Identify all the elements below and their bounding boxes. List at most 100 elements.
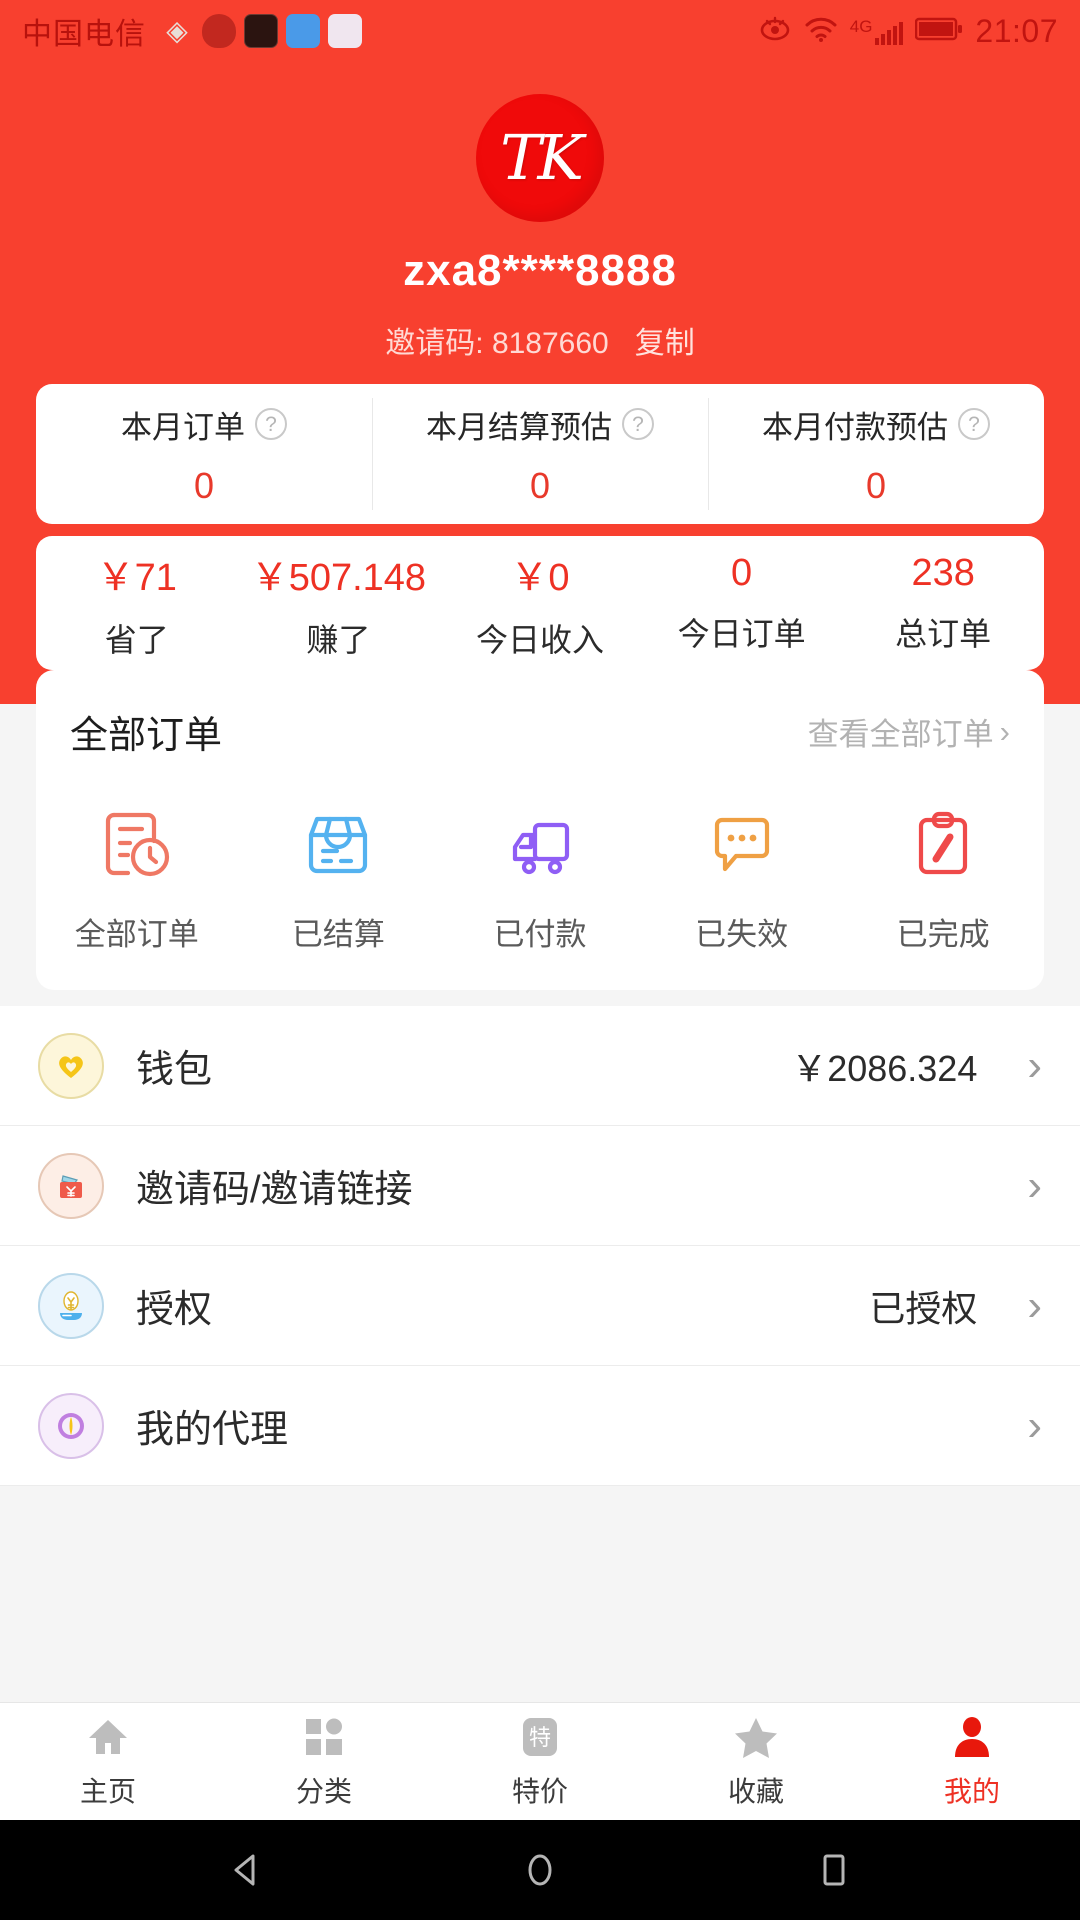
stat-saved[interactable]: ￥71 省了 <box>36 546 238 661</box>
orders-title: 全部订单 <box>70 715 223 757</box>
invite-code-row: 邀请码: 8187660 复制 <box>0 318 1080 362</box>
stat-earned[interactable]: ￥507.148 赚了 <box>238 546 440 661</box>
copy-button[interactable]: 复制 <box>635 318 695 362</box>
help-icon[interactable]: ? <box>958 408 990 440</box>
chevron-right-icon: › <box>1027 1040 1042 1090</box>
stat-value: ￥0 <box>510 556 570 599</box>
username-label: zxa8****8888 <box>403 246 677 295</box>
stat-label: 总订单 <box>895 615 992 652</box>
delivery-truck-icon <box>501 805 579 883</box>
menu-item-value: ￥2086.324 <box>791 1047 978 1089</box>
tab-home[interactable]: 主页 <box>0 1714 216 1810</box>
red-book-app-icon <box>244 14 278 48</box>
tab-special-price[interactable]: 特 特价 <box>432 1714 648 1810</box>
month-card-payment[interactable]: 本月付款预估 ? 0 <box>708 384 1044 524</box>
special-price-icon: 特 <box>517 1714 563 1760</box>
package-box-icon <box>299 805 377 883</box>
status-bar: 中国电信 ◈ 4G 21:07 <box>0 0 1080 62</box>
person-icon <box>949 1714 995 1760</box>
month-card-value: 0 <box>529 464 551 506</box>
recents-square-icon[interactable] <box>812 1848 856 1892</box>
speech-bubble-icon <box>703 805 781 883</box>
clock-label: 21:07 <box>975 12 1058 49</box>
clipboard-check-icon <box>904 805 982 883</box>
stats-card: ￥71 省了 ￥507.148 赚了 ￥0 今日收入 0 今日订单 238 总订… <box>36 536 1044 670</box>
view-all-orders-label: 查看全部订单 <box>807 717 994 752</box>
chevron-right-icon: › <box>999 713 1010 749</box>
order-status-label: 已付款 <box>493 917 587 952</box>
month-card-value: 0 <box>865 464 887 506</box>
grid-icon <box>301 1714 347 1760</box>
month-card-label: 本月结算预估 <box>426 409 612 445</box>
avatar-label: TK <box>500 121 584 194</box>
hand-yen-icon <box>38 1272 104 1339</box>
svg-text:特: 特 <box>529 1726 551 1751</box>
stat-total-orders[interactable]: 238 总订单 <box>842 552 1044 655</box>
tab-label: 分类 <box>295 1775 352 1807</box>
tab-categories[interactable]: 分类 <box>216 1714 432 1810</box>
order-status-all[interactable]: 全部订单 <box>36 805 238 954</box>
order-status-paid[interactable]: 已付款 <box>439 805 641 954</box>
stat-label: 今日订单 <box>677 615 806 652</box>
order-status-label: 已失效 <box>695 917 789 952</box>
wifi-icon <box>804 16 838 47</box>
stat-value: 0 <box>731 551 753 594</box>
home-icon <box>85 1714 131 1760</box>
profile-header: TK zxa8****8888 邀请码: 8187660 复制 本月订单 ? 0… <box>0 62 1080 704</box>
tab-label: 我的 <box>943 1775 1000 1807</box>
stat-label: 省了 <box>104 621 169 658</box>
tab-mine[interactable]: 我的 <box>864 1714 1080 1810</box>
signal-icon: 4G <box>850 18 904 45</box>
weather-app-icon <box>202 14 236 48</box>
carrier-label: 中国电信 <box>22 18 146 51</box>
stat-today-orders[interactable]: 0 今日订单 <box>641 552 843 655</box>
order-status-settled[interactable]: 已结算 <box>238 805 440 954</box>
order-status-completed[interactable]: 已完成 <box>842 805 1044 954</box>
orders-card: 全部订单 查看全部订单 › 全部订单 已结算 已付款 已失效 已完成 <box>36 670 1044 990</box>
tab-label: 收藏 <box>727 1775 784 1807</box>
month-summary-card: 本月订单 ? 0 本月结算预估 ? 0 本月付款预估 ? 0 <box>36 384 1044 524</box>
view-all-orders-link[interactable]: 查看全部订单 › <box>808 709 1010 754</box>
tab-favorites[interactable]: 收藏 <box>648 1714 864 1810</box>
menu-item-label: 我的代理 <box>136 1409 289 1451</box>
order-status-invalid[interactable]: 已失效 <box>641 805 843 954</box>
month-card-label: 本月付款预估 <box>762 409 948 445</box>
stat-today-income[interactable]: ￥0 今日收入 <box>439 546 641 661</box>
feather-app-icon: ◈ <box>160 14 194 48</box>
order-status-label: 已完成 <box>896 917 990 952</box>
menu-item-label: 授权 <box>136 1289 213 1331</box>
back-triangle-icon[interactable] <box>224 1848 268 1892</box>
help-icon[interactable]: ? <box>255 408 287 440</box>
android-nav-bar <box>0 1820 1080 1920</box>
stat-value: ￥507.148 <box>250 556 427 599</box>
menu-item-authorization[interactable]: 授权 已授权 › <box>0 1246 1080 1366</box>
stat-label: 今日收入 <box>475 621 604 658</box>
menu-item-label: 邀请码/邀请链接 <box>136 1169 413 1211</box>
order-status-label: 已结算 <box>291 917 385 952</box>
home-circle-icon[interactable] <box>518 1848 562 1892</box>
menu-item-wallet[interactable]: 钱包 ￥2086.324 › <box>0 1006 1080 1126</box>
avatar[interactable]: TK <box>476 94 604 222</box>
menu-item-label: 钱包 <box>136 1049 213 1091</box>
order-list-clock-icon <box>98 805 176 883</box>
order-status-label: 全部订单 <box>74 917 199 952</box>
month-card-settlement[interactable]: 本月结算预估 ? 0 <box>372 384 708 524</box>
month-card-value: 0 <box>193 464 215 506</box>
agent-circle-icon <box>38 1392 104 1459</box>
chevron-right-icon: › <box>1027 1280 1042 1330</box>
battery-icon <box>915 16 963 47</box>
wave-app-icon <box>328 14 362 48</box>
menu-item-invite[interactable]: 邀请码/邀请链接 › <box>0 1126 1080 1246</box>
help-icon[interactable]: ? <box>622 408 654 440</box>
invite-code-text: 邀请码: 8187660 <box>385 327 609 360</box>
heart-wallet-icon <box>38 1032 104 1099</box>
stat-value: 238 <box>911 551 975 594</box>
status-app-icons: ◈ <box>160 14 362 48</box>
menu-item-my-agent[interactable]: 我的代理 › <box>0 1366 1080 1486</box>
stat-value: ￥71 <box>96 556 177 599</box>
stat-label: 赚了 <box>306 621 371 658</box>
money-bag-icon <box>38 1152 104 1219</box>
month-card-orders[interactable]: 本月订单 ? 0 <box>36 384 372 524</box>
chevron-right-icon: › <box>1027 1160 1042 1210</box>
tab-label: 主页 <box>79 1775 136 1807</box>
